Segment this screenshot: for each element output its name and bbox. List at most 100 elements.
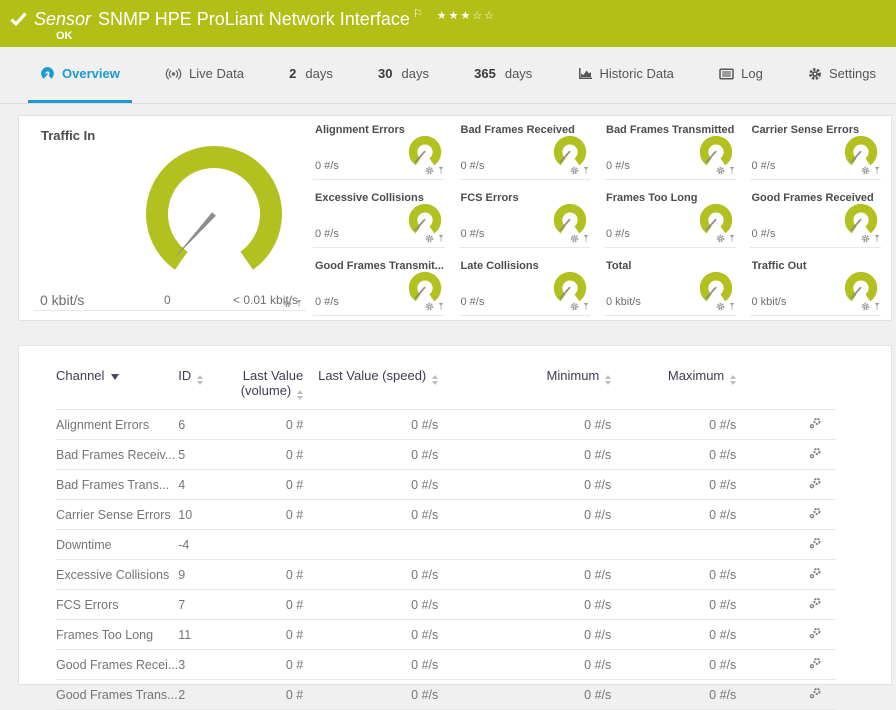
divider: [34, 310, 306, 311]
sort-icon: [197, 375, 203, 385]
cell-last-value-speed: 0 #/s: [303, 440, 438, 470]
cell-id: 3: [178, 650, 233, 680]
tab-settings[interactable]: Settings: [796, 47, 888, 103]
gear-icon[interactable]: [861, 234, 870, 243]
cell-last-value-volume: 0 #: [233, 680, 303, 710]
cell-last-value-volume: 0 #: [233, 470, 303, 500]
table-row[interactable]: Downtime -4: [56, 530, 836, 560]
mini-gauge-value: 0 #/s: [461, 160, 485, 172]
cell-minimum: 0 #/s: [438, 590, 611, 620]
header-last-value-speed[interactable]: Last Value (speed): [303, 368, 438, 410]
sort-icon: [297, 390, 303, 400]
cell-channel: Bad Frames Trans...: [56, 470, 178, 500]
gear-icon[interactable]: [716, 234, 725, 243]
gear-icon[interactable]: [283, 299, 292, 308]
header-id[interactable]: ID: [178, 368, 233, 410]
channel-settings-gears-icon[interactable]: [809, 507, 822, 520]
cell-maximum: 0 #/s: [611, 500, 736, 530]
gauge-cell-icons: [861, 302, 881, 311]
mini-gauge-cell: Carrier Sense Errors 0 #/s: [746, 116, 892, 184]
gauge-cell-icons: [425, 302, 445, 311]
mini-gauge-cell: Alignment Errors 0 #/s: [309, 116, 455, 184]
mini-gauge-cell: Late Collisions 0 #/s: [455, 252, 601, 320]
mini-gauge-value: 0 #/s: [315, 160, 339, 172]
gear-icon[interactable]: [861, 166, 870, 175]
pin-icon[interactable]: [582, 166, 590, 175]
pin-icon[interactable]: [728, 234, 736, 243]
gauge-cell-icons: [716, 234, 736, 243]
pin-icon[interactable]: [437, 234, 445, 243]
pin-icon[interactable]: [437, 302, 445, 311]
table-row[interactable]: Bad Frames Receiv... 5 0 # 0 #/s 0 #/s 0…: [56, 440, 836, 470]
cell-id: 6: [178, 410, 233, 440]
cell-maximum: 0 #/s: [611, 680, 736, 710]
gear-icon[interactable]: [425, 234, 434, 243]
channel-settings-gears-icon[interactable]: [809, 417, 822, 430]
header-actions: [736, 368, 836, 410]
cell-last-value-speed: 0 #/s: [303, 650, 438, 680]
table-row[interactable]: Alignment Errors 6 0 # 0 #/s 0 #/s 0 #/s: [56, 410, 836, 440]
table-row[interactable]: Good Frames Recei... 3 0 # 0 #/s 0 #/s 0…: [56, 650, 836, 680]
gear-icon[interactable]: [570, 302, 579, 311]
cell-maximum: 0 #/s: [611, 590, 736, 620]
cell-actions: [736, 680, 836, 710]
header-channel[interactable]: Channel: [56, 368, 178, 410]
sensor-status-banner: SensorSNMP HPE ProLiant Network Interfac…: [0, 0, 896, 47]
pin-icon[interactable]: [437, 166, 445, 175]
cell-minimum: 0 #/s: [438, 560, 611, 590]
channel-settings-gears-icon[interactable]: [809, 657, 822, 670]
cell-minimum: 0 #/s: [438, 470, 611, 500]
pin-icon[interactable]: [873, 234, 881, 243]
cell-id: 10: [178, 500, 233, 530]
pin-icon[interactable]: [295, 299, 303, 308]
log-list-icon: [719, 68, 734, 80]
mini-gauge-cell: Total 0 kbit/s: [600, 252, 746, 320]
channel-settings-gears-icon[interactable]: [809, 477, 822, 490]
cell-id: -4: [178, 530, 233, 560]
tab-historic-data[interactable]: Historic Data: [566, 47, 686, 103]
cell-channel: Carrier Sense Errors: [56, 500, 178, 530]
table-row[interactable]: Bad Frames Trans... 4 0 # 0 #/s 0 #/s 0 …: [56, 470, 836, 500]
channel-settings-gears-icon[interactable]: [809, 567, 822, 580]
rating-stars[interactable]: ★★★☆☆: [437, 10, 496, 22]
header-minimum[interactable]: Minimum: [438, 368, 611, 410]
tab-log[interactable]: Log: [707, 47, 775, 103]
table-row[interactable]: Excessive Collisions 9 0 # 0 #/s 0 #/s 0…: [56, 560, 836, 590]
channel-settings-gears-icon[interactable]: [809, 537, 822, 550]
gauge-cell-icons: [861, 234, 881, 243]
main-gauge-value: 0 kbit/s: [40, 292, 84, 308]
table-row[interactable]: FCS Errors 7 0 # 0 #/s 0 #/s 0 #/s: [56, 590, 836, 620]
cell-last-value-volume: 0 #: [233, 590, 303, 620]
tab-live-data[interactable]: Live Data: [153, 47, 256, 103]
cell-channel: Alignment Errors: [56, 410, 178, 440]
gear-icon[interactable]: [716, 166, 725, 175]
pin-icon[interactable]: [582, 302, 590, 311]
channel-settings-gears-icon[interactable]: [809, 447, 822, 460]
gear-icon[interactable]: [716, 302, 725, 311]
channel-table-panel: Channel ID Last Value (volume) Last Valu…: [18, 345, 892, 685]
table-row[interactable]: Frames Too Long 11 0 # 0 #/s 0 #/s 0 #/s: [56, 620, 836, 650]
tab-365-days[interactable]: 365 days: [462, 47, 544, 103]
header-last-value-volume[interactable]: Last Value (volume): [233, 368, 303, 410]
gear-icon[interactable]: [570, 234, 579, 243]
gear-icon[interactable]: [425, 166, 434, 175]
pin-icon[interactable]: [728, 302, 736, 311]
tab-30-days[interactable]: 30 days: [366, 47, 441, 103]
channel-settings-gears-icon[interactable]: [809, 627, 822, 640]
header-maximum[interactable]: Maximum: [611, 368, 736, 410]
pin-icon[interactable]: [582, 234, 590, 243]
gear-icon[interactable]: [861, 302, 870, 311]
pin-icon[interactable]: [873, 302, 881, 311]
table-row[interactable]: Good Frames Trans... 2 0 # 0 #/s 0 #/s 0…: [56, 680, 836, 710]
pin-icon[interactable]: [728, 166, 736, 175]
gear-icon[interactable]: [425, 302, 434, 311]
channel-settings-gears-icon[interactable]: [809, 597, 822, 610]
channel-settings-gears-icon[interactable]: [809, 687, 822, 700]
pin-icon[interactable]: [873, 166, 881, 175]
status-badge: OK: [56, 30, 73, 42]
tab-2-days[interactable]: 2 days: [277, 47, 345, 103]
gear-icon[interactable]: [570, 166, 579, 175]
flag-icon[interactable]: ⚐: [413, 8, 423, 20]
table-row[interactable]: Carrier Sense Errors 10 0 # 0 #/s 0 #/s …: [56, 500, 836, 530]
tab-overview[interactable]: Overview: [28, 47, 132, 103]
